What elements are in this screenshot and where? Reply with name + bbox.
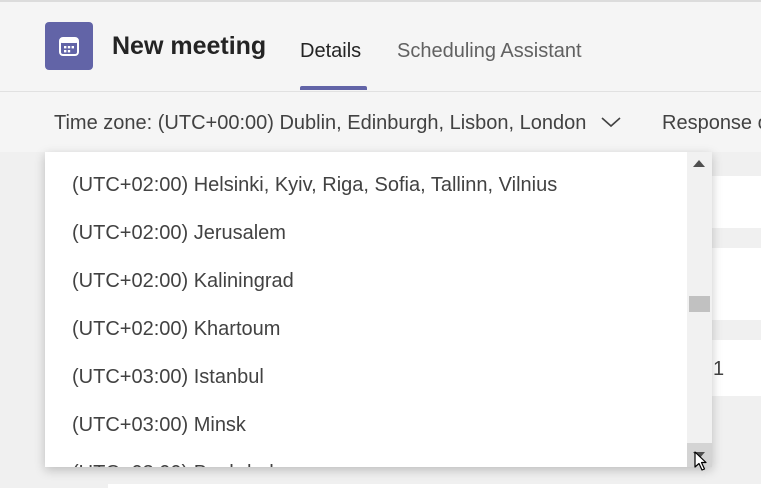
timezone-option-list: (UTC+02:00) Helsinki, Kyiv, Riga, Sofia,…	[45, 161, 687, 467]
meeting-header: New meeting Details Scheduling Assistant	[0, 2, 761, 92]
form-field-value: 1	[713, 358, 725, 380]
scrollbar-thumb[interactable]	[689, 296, 710, 312]
timezone-option[interactable]: (UTC+03:00) Istanbul	[45, 353, 687, 401]
timezone-dropdown[interactable]: Time zone: (UTC+00:00) Dublin, Edinburgh…	[54, 112, 622, 135]
page-title: New meeting	[112, 32, 267, 60]
timezone-label: Time zone:	[54, 112, 153, 134]
scrollbar[interactable]	[687, 152, 712, 467]
timezone-option[interactable]: (UTC+02:00) Khartoum	[45, 305, 687, 353]
form-field[interactable]	[108, 484, 761, 488]
response-options-dropdown[interactable]: Response o	[662, 112, 761, 135]
timezone-listbox[interactable]: (UTC+02:00) Helsinki, Kyiv, Riga, Sofia,…	[45, 152, 712, 467]
active-tab-indicator	[300, 86, 367, 90]
timezone-option[interactable]: (UTC+03:00) Minsk	[45, 401, 687, 449]
timezone-option[interactable]: (UTC+02:00) Jerusalem	[45, 209, 687, 257]
tab-scheduling-assistant[interactable]: Scheduling Assistant	[397, 40, 582, 63]
timezone-option[interactable]: (UTC+03:00) Baghdad	[45, 449, 687, 467]
chevron-down-icon	[600, 112, 622, 135]
scroll-up-arrow-icon[interactable]	[693, 160, 705, 167]
calendar-icon	[45, 22, 93, 70]
timezone-bar: Time zone: (UTC+00:00) Dublin, Edinburgh…	[0, 92, 761, 152]
timezone-option[interactable]: (UTC+02:00) Helsinki, Kyiv, Riga, Sofia,…	[45, 161, 687, 209]
tab-details[interactable]: Details	[300, 40, 361, 63]
mouse-pointer-icon	[694, 451, 707, 476]
timezone-value: (UTC+00:00) Dublin, Edinburgh, Lisbon, L…	[157, 112, 587, 134]
timezone-option[interactable]: (UTC+02:00) Kaliningrad	[45, 257, 687, 305]
